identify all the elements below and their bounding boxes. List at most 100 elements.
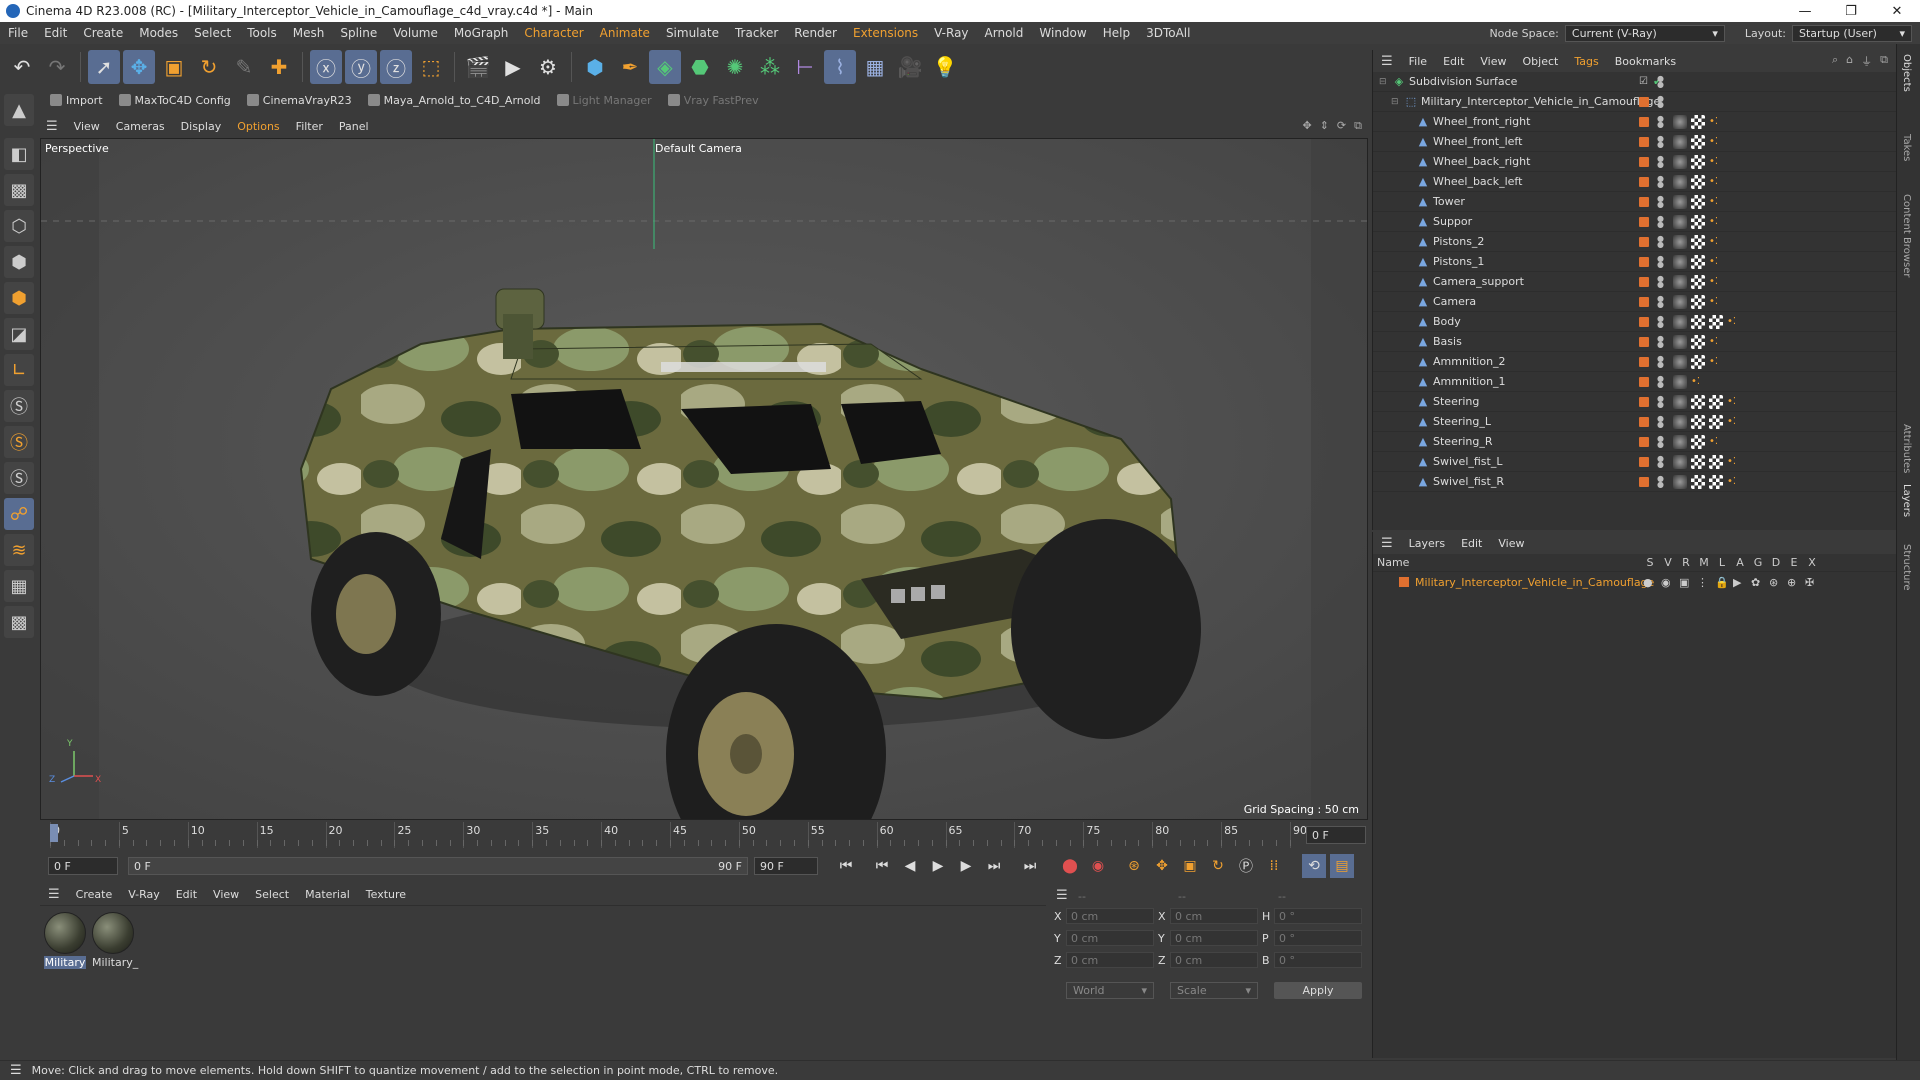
coord-field[interactable]: 0 cm bbox=[1170, 952, 1258, 968]
material-menu-create[interactable]: Create bbox=[68, 888, 121, 901]
visibility-dots-icon[interactable]: ● ● bbox=[1657, 175, 1664, 189]
visible-icon[interactable]: ◉ bbox=[1661, 576, 1671, 589]
coord-field[interactable]: 0 ° bbox=[1274, 908, 1362, 924]
snap-s-orange-icon[interactable]: Ⓢ bbox=[4, 426, 34, 458]
phong-tag-icon[interactable] bbox=[1673, 215, 1687, 229]
go-to-start-icon[interactable]: ⏮ bbox=[834, 854, 858, 878]
layer-color-swatch[interactable] bbox=[1399, 577, 1409, 587]
material-tag-icon[interactable]: •⁚ bbox=[1727, 475, 1741, 489]
home-icon[interactable]: ⌂ bbox=[1846, 53, 1853, 69]
phong-tag-icon[interactable] bbox=[1673, 275, 1687, 289]
array-icon[interactable]: ⁂ bbox=[754, 50, 786, 84]
material-menu-select[interactable]: Select bbox=[247, 888, 297, 901]
edit-toggle-icon[interactable]: ☑ bbox=[1639, 76, 1648, 87]
viewport-menu-options[interactable]: Options bbox=[229, 120, 287, 133]
visibility-dots-icon[interactable]: ● ● bbox=[1657, 475, 1664, 489]
layer-color-swatch[interactable] bbox=[1639, 376, 1649, 387]
object-row[interactable]: ▲ Wheel_back_left ● ● •⁚ bbox=[1373, 172, 1897, 192]
z-axis-icon[interactable]: ⓩ bbox=[380, 50, 412, 84]
layer-color-swatch[interactable] bbox=[1639, 336, 1649, 347]
key-parameter-icon[interactable]: Ⓟ bbox=[1234, 854, 1258, 878]
object-menu-object[interactable]: Object bbox=[1515, 55, 1567, 68]
scale-icon[interactable]: ▣ bbox=[158, 50, 190, 84]
visibility-dots-icon[interactable]: ● ● bbox=[1657, 155, 1664, 169]
move-icon[interactable]: ✥ bbox=[123, 50, 155, 84]
menu-item-select[interactable]: Select bbox=[186, 26, 239, 40]
coord-system-icon[interactable]: ⬚ bbox=[415, 50, 447, 84]
menu-item-tracker[interactable]: Tracker bbox=[727, 26, 786, 40]
pen-icon[interactable]: ✒ bbox=[614, 50, 646, 84]
texture-tag-icon[interactable] bbox=[1691, 235, 1705, 249]
phong-tag-icon[interactable] bbox=[1673, 295, 1687, 309]
plugin-light-manager[interactable]: Light Manager bbox=[551, 94, 658, 107]
object-row[interactable]: ▲ Steering_R ● ● •⁚ bbox=[1373, 432, 1897, 452]
object-row[interactable]: ▲ Pistons_2 ● ● •⁚ bbox=[1373, 232, 1897, 252]
menu-item-help[interactable]: Help bbox=[1095, 26, 1138, 40]
visibility-dots-icon[interactable]: ● ● bbox=[1657, 235, 1664, 249]
object-row[interactable]: ⊟ ⬚ Military_Interceptor_Vehicle_in_Camouf… bbox=[1373, 92, 1897, 112]
layer-color-swatch[interactable] bbox=[1639, 276, 1649, 287]
coord-mode-select[interactable]: Scale ▾ bbox=[1170, 982, 1258, 999]
coord-field[interactable]: 0 ° bbox=[1274, 952, 1362, 968]
material-tag-icon[interactable]: •⁚ bbox=[1709, 275, 1723, 289]
material-tag-icon[interactable]: •⁚ bbox=[1727, 415, 1741, 429]
object-row[interactable]: ▲ Wheel_back_right ● ● •⁚ bbox=[1373, 152, 1897, 172]
object-row[interactable]: ▲ Body ● ● •⁚ bbox=[1373, 312, 1897, 332]
axis-mode-icon[interactable]: ∟ bbox=[4, 354, 34, 386]
material-tag-icon[interactable]: •⁚ bbox=[1691, 375, 1705, 389]
visibility-dots-icon[interactable]: ● ● bbox=[1657, 375, 1664, 389]
hamburger-icon[interactable]: ☰ bbox=[38, 119, 66, 134]
object-row[interactable]: ▲ Swivel_fist_R ● ● •⁚ bbox=[1373, 472, 1897, 492]
phong-tag-icon[interactable] bbox=[1673, 455, 1687, 469]
layer-column-x[interactable]: X bbox=[1803, 556, 1821, 569]
coord-space-select[interactable]: World ▾ bbox=[1066, 982, 1154, 999]
grid-icon[interactable]: ▦ bbox=[4, 570, 34, 602]
apply-button[interactable]: Apply bbox=[1274, 982, 1362, 999]
material-tag-icon[interactable]: •⁚ bbox=[1709, 135, 1723, 149]
plugin-import[interactable]: Import bbox=[44, 94, 109, 107]
menu-item-v-ray[interactable]: V-Ray bbox=[926, 26, 976, 40]
layer-color-swatch[interactable] bbox=[1639, 256, 1649, 267]
object-row[interactable]: ⊟ ◈ Subdivision Surface ☑ ✔ ● ● bbox=[1373, 72, 1897, 92]
side-tab-content-browser[interactable]: Content Browser bbox=[1901, 194, 1912, 277]
object-menu-edit[interactable]: Edit bbox=[1435, 55, 1472, 68]
visibility-dots-icon[interactable]: ● ● bbox=[1657, 95, 1664, 109]
manager-icon[interactable]: ⋮ bbox=[1697, 576, 1708, 589]
visibility-dots-icon[interactable]: ● ● bbox=[1657, 195, 1664, 209]
end-frame-field[interactable]: 90 F bbox=[754, 857, 818, 875]
texture-tag-icon[interactable] bbox=[1709, 475, 1723, 489]
menu-item-arnold[interactable]: Arnold bbox=[977, 26, 1032, 40]
hamburger-icon[interactable]: ☰ bbox=[1373, 54, 1401, 69]
object-row[interactable]: ▲ Steering_L ● ● •⁚ bbox=[1373, 412, 1897, 432]
side-tab-layers[interactable]: Layers bbox=[1901, 484, 1912, 517]
layer-color-swatch[interactable] bbox=[1639, 396, 1649, 407]
phong-tag-icon[interactable] bbox=[1673, 395, 1687, 409]
texture-tag-icon[interactable] bbox=[1691, 135, 1705, 149]
grid-lock-icon[interactable]: ▩ bbox=[4, 606, 34, 638]
texture-tag-icon[interactable] bbox=[1691, 315, 1705, 329]
texture-tag-icon[interactable] bbox=[1691, 195, 1705, 209]
rotate-view-icon[interactable]: ⟳ bbox=[1337, 119, 1346, 133]
visibility-dots-icon[interactable]: ● ● bbox=[1657, 255, 1664, 269]
plugin-maya-arnold-to-c4d-arnold[interactable]: Maya_Arnold_to_C4D_Arnold bbox=[362, 94, 547, 107]
redo-icon[interactable]: ↷ bbox=[41, 50, 73, 84]
material-tag-icon[interactable]: •⁚ bbox=[1727, 315, 1741, 329]
layer-color-swatch[interactable] bbox=[1639, 356, 1649, 367]
render-settings-icon[interactable]: ⚙ bbox=[532, 50, 564, 84]
pan-view-icon[interactable]: ✥ bbox=[1302, 119, 1311, 133]
visibility-dots-icon[interactable]: ● ● bbox=[1657, 275, 1664, 289]
hamburger-icon[interactable]: ☰ bbox=[1373, 536, 1401, 551]
timeline-window-icon[interactable]: ▤ bbox=[1330, 854, 1354, 878]
layer-column-g[interactable]: G bbox=[1749, 556, 1767, 569]
material-thumbnail[interactable]: Military bbox=[44, 912, 86, 969]
visibility-dots-icon[interactable]: ● ● bbox=[1657, 75, 1664, 89]
texture-tag-icon[interactable] bbox=[1691, 255, 1705, 269]
x-axis-icon[interactable]: ⓧ bbox=[310, 50, 342, 84]
visibility-dots-icon[interactable]: ● ● bbox=[1657, 215, 1664, 229]
new-window-icon[interactable]: ⧉ bbox=[1880, 53, 1888, 69]
phong-tag-icon[interactable] bbox=[1673, 335, 1687, 349]
visibility-dots-icon[interactable]: ● ● bbox=[1657, 455, 1664, 469]
plugin-maxtoc4d-config[interactable]: MaxToC4D Config bbox=[113, 94, 237, 107]
object-row[interactable]: ▲ Camera ● ● •⁚ bbox=[1373, 292, 1897, 312]
key-rotation-icon[interactable]: ↻ bbox=[1206, 854, 1230, 878]
